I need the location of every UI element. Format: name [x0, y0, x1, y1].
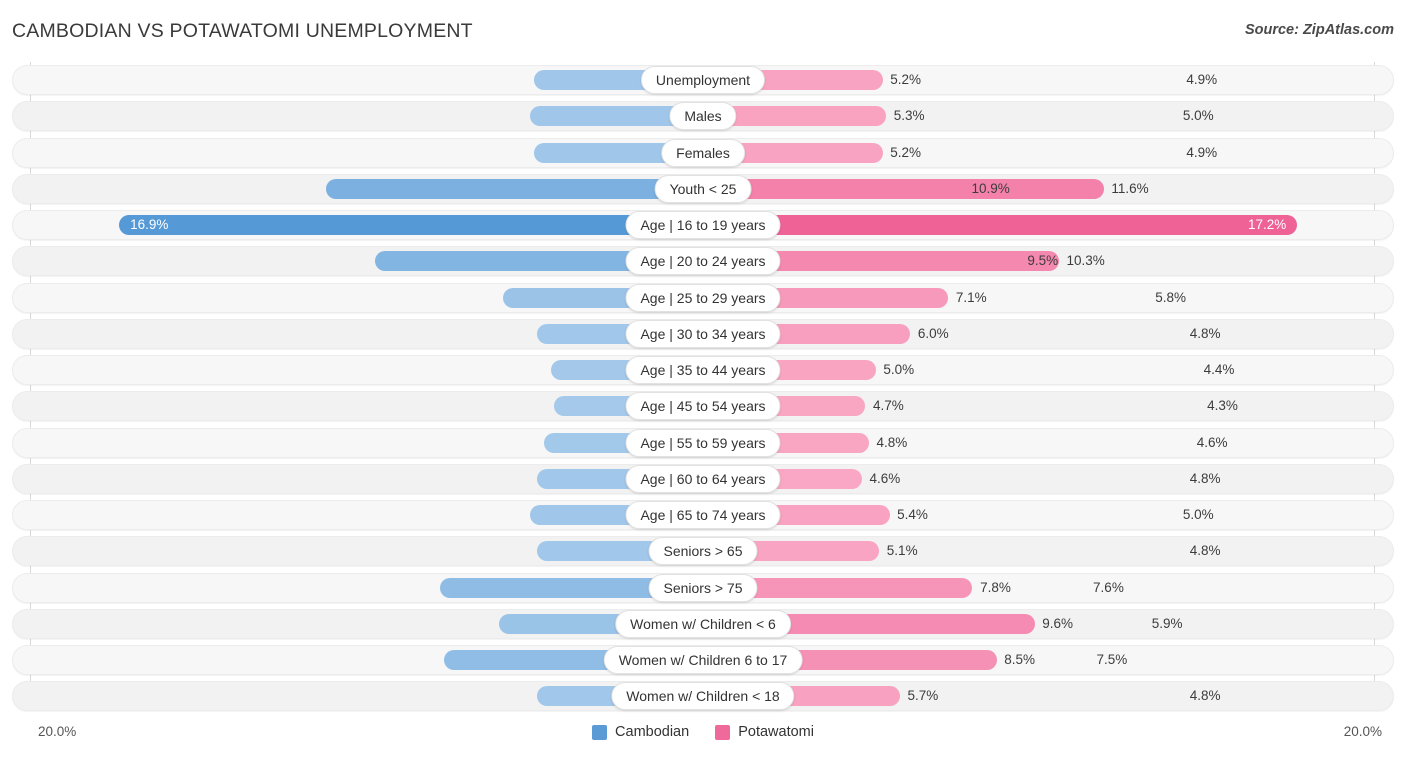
value-label-potawatomi: 8.5% [1004, 652, 1036, 667]
chart-row: 4.8% 4.6% Age | 60 to 64 years [12, 463, 1394, 494]
chart-row: 4.8% 5.7% Women w/ Children < 18 [12, 681, 1394, 712]
category-pill[interactable]: Females [661, 138, 745, 167]
value-label-cambodian: 9.5% [1027, 253, 1059, 269]
value-label-potawatomi: 5.1% [886, 543, 918, 559]
value-label-potawatomi: 6.0% [917, 325, 949, 341]
value-label-potawatomi: 4.6% [869, 470, 901, 486]
category-pill[interactable]: Age | 20 to 24 years [625, 247, 781, 276]
chart-row: 4.8% 5.1% Seniors > 65 [12, 536, 1394, 567]
legend-swatch-cambodian [592, 724, 608, 740]
chart-row: 10.9% 11.6% Youth < 25 [12, 173, 1394, 204]
value-label-cambodian: 4.9% [1186, 144, 1218, 160]
value-label-potawatomi: 7.8% [980, 579, 1011, 595]
legend-swatch-potawatomi [715, 724, 731, 740]
chart-row: 16.9% 17.2% Age | 16 to 19 years [12, 210, 1394, 240]
value-label-cambodian: 4.9% [1186, 72, 1218, 87]
value-label-cambodian: 4.8% [1189, 688, 1221, 704]
value-label-cambodian: 10.9% [971, 180, 1010, 196]
category-pill[interactable]: Age | 35 to 44 years [625, 356, 781, 384]
legend-item-cambodian[interactable]: Cambodian [592, 724, 689, 740]
value-label-potawatomi: 11.6% [1111, 180, 1149, 196]
chart-row: 5.0% 5.4% Age | 65 to 74 years [12, 500, 1394, 530]
value-label-cambodian: 4.8% [1189, 325, 1221, 341]
chart-rows: 4.9% 5.2% Unemployment 5.0% 5.3% Males 4.9% 5.2… [12, 65, 1394, 718]
category-pill[interactable]: Age | 55 to 59 years [625, 428, 781, 457]
chart-row: 4.9% 5.2% Unemployment [12, 65, 1394, 95]
value-label-potawatomi: 4.7% [872, 398, 904, 414]
category-pill[interactable]: Women w/ Children < 6 [615, 609, 791, 638]
value-label-cambodian: 4.8% [1189, 543, 1221, 559]
category-pill[interactable]: Seniors > 75 [648, 573, 758, 602]
category-pill[interactable]: Age | 30 to 34 years [625, 319, 781, 348]
value-label-cambodian: 5.0% [1182, 108, 1214, 124]
chart-row: 4.4% 5.0% Age | 35 to 44 years [12, 355, 1394, 385]
chart-row: 5.0% 5.3% Males [12, 101, 1394, 132]
chart-row: 5.8% 7.1% Age | 25 to 29 years [12, 282, 1394, 313]
value-label-potawatomi: 5.0% [883, 362, 915, 377]
value-label-potawatomi: 9.6% [1042, 615, 1074, 631]
category-pill[interactable]: Males [669, 102, 737, 131]
chart-plot-area: 4.9% 5.2% Unemployment 5.0% 5.3% Males 4.9% 5.2… [0, 62, 1406, 712]
bar-potawatomi[interactable] [703, 178, 1104, 199]
value-label-potawatomi: 5.4% [897, 507, 928, 522]
chart-row: 4.9% 5.2% Females [12, 137, 1394, 168]
chart-row: 5.9% 9.6% Women w/ Children < 6 [12, 608, 1394, 639]
category-pill[interactable]: Age | 25 to 29 years [625, 283, 781, 312]
value-label-potawatomi: 4.8% [876, 434, 908, 450]
value-label-potawatomi: 10.3% [1066, 253, 1105, 269]
value-label-cambodian: 4.4% [1203, 362, 1235, 377]
category-pill[interactable]: Women w/ Children < 18 [611, 682, 795, 711]
page-title: CAMBODIAN VS POTAWATOMI UNEMPLOYMENT [12, 20, 473, 42]
value-label-cambodian: 4.6% [1196, 434, 1228, 450]
value-label-cambodian: 4.3% [1207, 398, 1238, 414]
value-label-cambodian: 5.0% [1182, 507, 1214, 522]
value-label-cambodian: 16.9% [130, 217, 169, 232]
category-pill[interactable]: Women w/ Children 6 to 17 [603, 646, 803, 674]
category-pill[interactable]: Seniors > 65 [648, 537, 758, 566]
value-label-potawatomi: 5.2% [890, 144, 922, 160]
value-label-potawatomi: 17.2% [1247, 217, 1287, 232]
value-label-potawatomi: 5.7% [907, 688, 939, 704]
chart-legend: Cambodian Potawatomi [0, 724, 1406, 740]
value-label-cambodian: 4.8% [1189, 470, 1221, 486]
chart-page: CAMBODIAN VS POTAWATOMI UNEMPLOYMENT Sou… [0, 0, 1406, 757]
value-label-potawatomi: 5.2% [890, 72, 922, 87]
bar-cambodian[interactable] [326, 178, 703, 199]
value-label-cambodian: 5.8% [1155, 289, 1187, 305]
chart-footer: 20.0% 20.0% Cambodian Potawatomi [0, 712, 1406, 757]
category-pill[interactable]: Youth < 25 [654, 174, 752, 203]
chart-row: 4.8% 6.0% Age | 30 to 34 years [12, 318, 1394, 349]
chart-row: 4.3% 4.7% Age | 45 to 54 years [12, 391, 1394, 422]
chart-row: 7.6% 7.8% Seniors > 75 [12, 572, 1394, 603]
category-pill[interactable]: Unemployment [640, 66, 766, 94]
legend-item-potawatomi[interactable]: Potawatomi [715, 724, 814, 740]
category-pill[interactable]: Age | 45 to 54 years [625, 392, 781, 421]
value-label-potawatomi: 7.1% [955, 289, 987, 305]
category-pill[interactable]: Age | 65 to 74 years [625, 501, 781, 529]
chart-row: 9.5% 10.3% Age | 20 to 24 years [12, 246, 1394, 277]
category-pill[interactable]: Age | 16 to 19 years [625, 211, 781, 239]
chart-row: 4.6% 4.8% Age | 55 to 59 years [12, 427, 1394, 458]
source-attribution: Source: ZipAtlas.com [1244, 22, 1394, 38]
category-pill[interactable]: Age | 60 to 64 years [625, 464, 781, 493]
legend-label-potawatomi: Potawatomi [738, 724, 814, 740]
legend-label-cambodian: Cambodian [615, 724, 690, 740]
value-label-potawatomi: 5.3% [893, 108, 925, 124]
chart-row: 7.5% 8.5% Women w/ Children 6 to 17 [12, 645, 1394, 675]
